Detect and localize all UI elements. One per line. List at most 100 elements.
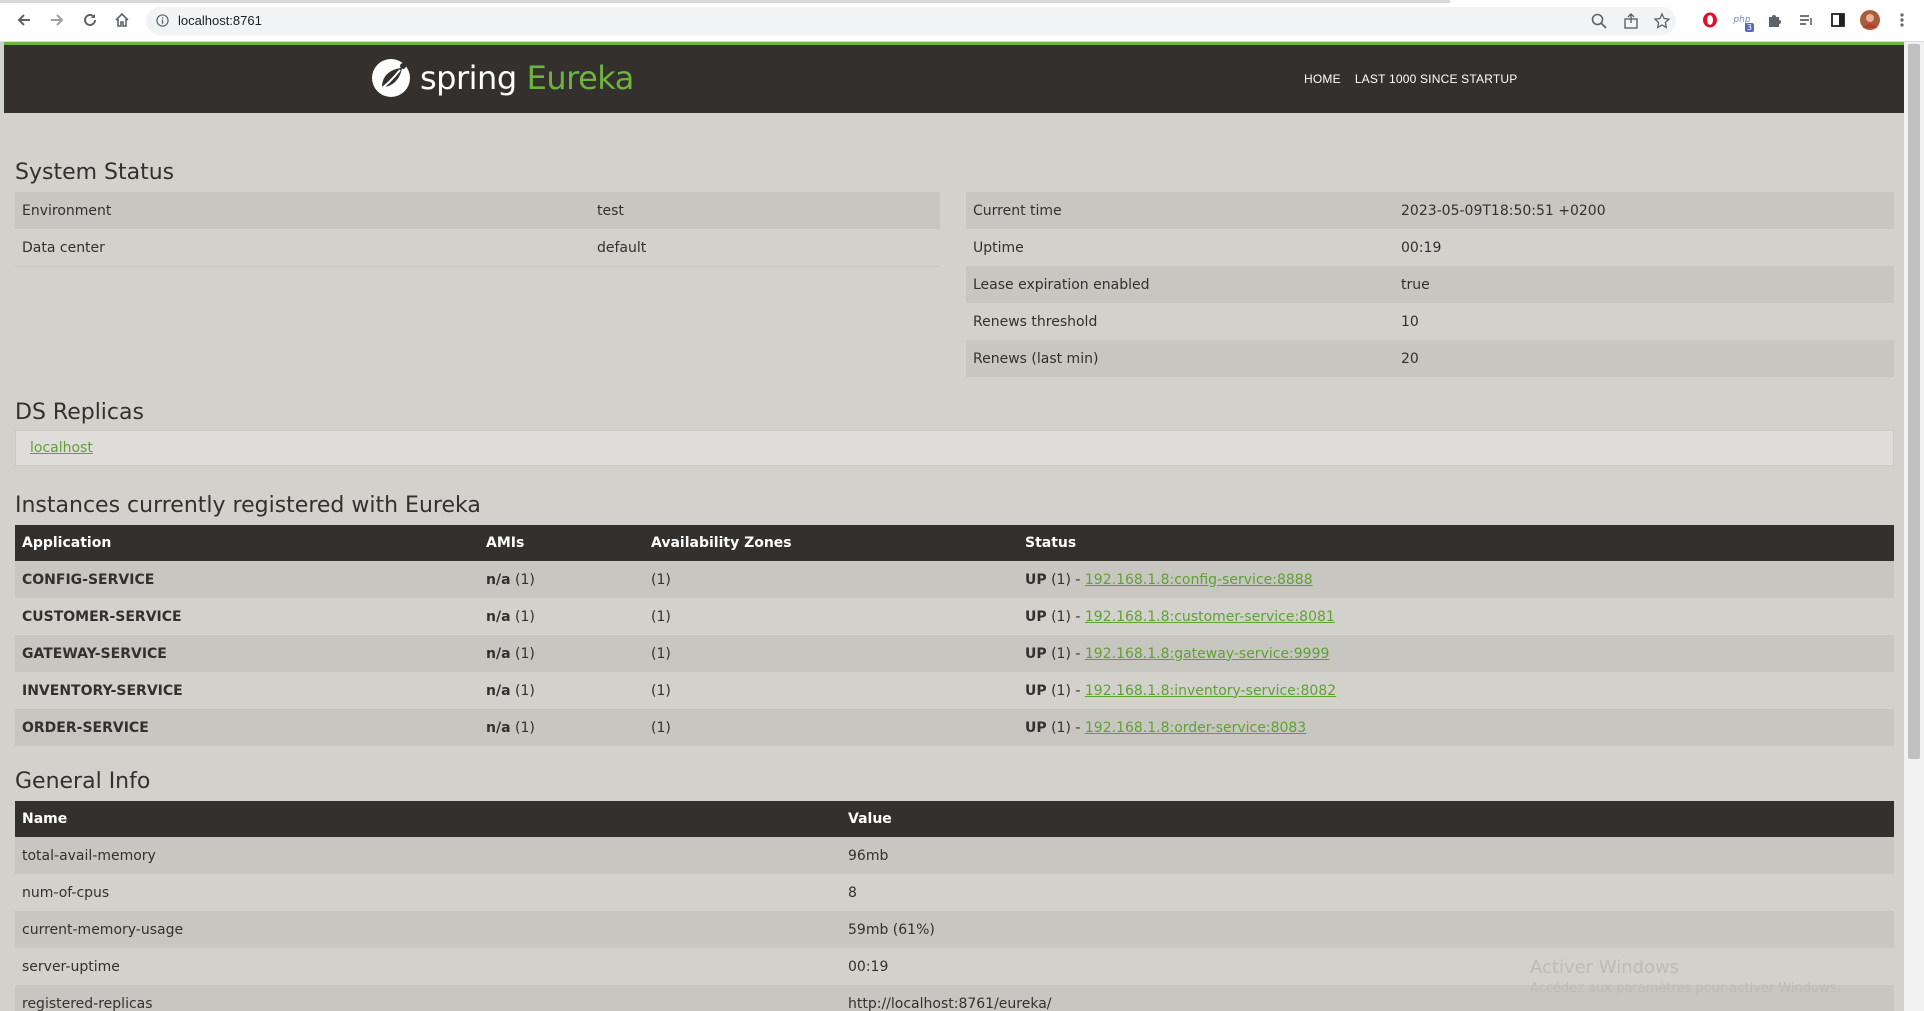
opera-icon [1703, 12, 1717, 28]
reading-list-button[interactable] [1796, 10, 1816, 30]
spring-leaf-icon [372, 59, 410, 97]
reload-button[interactable] [78, 8, 102, 32]
nav-home[interactable]: HOME [1304, 72, 1341, 86]
zoom-icon[interactable] [1590, 12, 1608, 30]
status-value: UP [1025, 645, 1047, 662]
home-icon [115, 12, 129, 27]
status-value: UP [1025, 719, 1047, 736]
page-scrollbar[interactable] [1904, 42, 1924, 1011]
ami-value: n/a [486, 645, 511, 662]
menu-button[interactable] [1892, 10, 1912, 30]
info-value: 96mb [841, 837, 1894, 874]
browser-toolbar: localhost:8761 php 3 [0, 0, 1924, 42]
amis-cell: n/a (1) [479, 598, 644, 635]
col-name: Name [15, 801, 841, 837]
windows-activation-watermark: Activer Windows Accédez aux paramètres p… [1530, 957, 1841, 996]
table-header-row: Name Value [15, 801, 1894, 837]
top-navbar: spring Eureka HOME LAST 1000 SINCE START… [4, 45, 1904, 113]
info-value: 8 [841, 874, 1894, 911]
zones-cell: (1) [644, 561, 1018, 598]
forward-button[interactable] [45, 8, 69, 32]
data-center-value: default [590, 229, 940, 266]
environment-label: Environment [15, 192, 590, 229]
status-count: (1) - [1051, 571, 1081, 588]
general-info-title: General Info [15, 769, 151, 794]
ds-replicas-title: DS Replicas [15, 400, 144, 425]
share-icon[interactable] [1622, 12, 1640, 30]
instance-link[interactable]: 192.168.1.8:gateway-service:9999 [1085, 646, 1330, 662]
home-button[interactable] [110, 8, 134, 32]
profile-button[interactable] [1860, 10, 1880, 30]
status-cell: UP (1) - 192.168.1.8:gateway-service:999… [1018, 635, 1894, 672]
table-row: Current time 2023-05-09T18:50:51 +0200 [966, 192, 1894, 229]
table-row: total-avail-memory 96mb [15, 837, 1894, 874]
instance-link[interactable]: 192.168.1.8:customer-service:8081 [1085, 609, 1335, 625]
info-name: server-uptime [15, 948, 841, 985]
status-cell: UP (1) - 192.168.1.8:inventory-service:8… [1018, 672, 1894, 709]
table-row: Lease expiration enabled true [966, 266, 1894, 303]
status-count: (1) - [1051, 682, 1081, 699]
address-bar[interactable]: localhost:8761 [146, 7, 1676, 35]
renews-last-min-value: 20 [1394, 340, 1894, 377]
table-row: num-of-cpus 8 [15, 874, 1894, 911]
table-header-row: Application AMIs Availability Zones Stat… [15, 525, 1894, 561]
col-value: Value [841, 801, 1894, 837]
url-text[interactable]: localhost:8761 [178, 13, 262, 28]
renews-threshold-value: 10 [1394, 303, 1894, 340]
table-row: current-memory-usage 59mb (61%) [15, 911, 1894, 948]
ami-count: (1) [514, 682, 535, 699]
current-time-value: 2023-05-09T18:50:51 +0200 [1394, 192, 1894, 229]
watermark-title: Activer Windows [1530, 957, 1680, 978]
current-time-label: Current time [966, 192, 1394, 229]
replica-link[interactable]: localhost [30, 440, 93, 456]
instance-link[interactable]: 192.168.1.8:order-service:8083 [1085, 720, 1306, 736]
page-content: spring Eureka HOME LAST 1000 SINCE START… [4, 42, 1904, 1011]
opera-extension[interactable] [1700, 10, 1720, 30]
info-icon[interactable] [156, 14, 169, 27]
instances-title: Instances currently registered with Eure… [15, 493, 481, 518]
status-cell: UP (1) - 192.168.1.8:order-service:8083 [1018, 709, 1894, 746]
side-panel-button[interactable] [1828, 10, 1848, 30]
side-panel-icon [1831, 13, 1845, 27]
back-button[interactable] [12, 8, 36, 32]
instance-link[interactable]: 192.168.1.8:config-service:8888 [1085, 572, 1313, 588]
star-icon[interactable] [1653, 12, 1671, 30]
watermark-subtitle: Accédez aux paramètres pour activer Wind… [1530, 981, 1841, 996]
status-cell: UP (1) - 192.168.1.8:customer-service:80… [1018, 598, 1894, 635]
arrow-left-icon [17, 14, 30, 26]
col-application: Application [15, 525, 479, 561]
main-nav: HOME LAST 1000 SINCE STARTUP [1304, 72, 1517, 86]
table-row: Uptime 00:19 [966, 229, 1894, 266]
brand-logo[interactable]: spring Eureka [370, 56, 634, 100]
extensions-button[interactable] [1764, 10, 1784, 30]
renews-last-min-label: Renews (last min) [966, 340, 1394, 377]
application-name: CONFIG-SERVICE [15, 561, 479, 598]
brand-eureka-text: Eureka [526, 59, 635, 97]
info-value: 59mb (61%) [841, 911, 1894, 948]
environment-value: test [590, 192, 940, 229]
table-row: ORDER-SERVICE n/a (1) (1) UP (1) - 192.1… [15, 709, 1894, 746]
uptime-label: Uptime [966, 229, 1394, 266]
application-name: ORDER-SERVICE [15, 709, 479, 746]
system-status-title: System Status [15, 160, 175, 185]
system-status-right-table: Current time 2023-05-09T18:50:51 +0200 U… [966, 192, 1894, 377]
ami-count: (1) [514, 719, 535, 736]
status-count: (1) - [1051, 608, 1081, 625]
ami-count: (1) [514, 608, 535, 625]
scrollbar-thumb[interactable] [1908, 44, 1920, 759]
data-center-label: Data center [15, 229, 590, 266]
zones-cell: (1) [644, 598, 1018, 635]
left-table-divider [15, 266, 940, 267]
table-row: CONFIG-SERVICE n/a (1) (1) UP (1) - 192.… [15, 561, 1894, 598]
ami-value: n/a [486, 608, 511, 625]
status-count: (1) - [1051, 719, 1081, 736]
avatar [1860, 10, 1880, 30]
instance-link[interactable]: 192.168.1.8:inventory-service:8082 [1085, 683, 1336, 699]
arrow-right-icon [51, 14, 64, 26]
kebab-menu-icon [1900, 13, 1904, 27]
php-extension[interactable]: php 3 [1732, 10, 1754, 32]
amis-cell: n/a (1) [479, 709, 644, 746]
col-availability-zones: Availability Zones [644, 525, 1018, 561]
nav-last-1000[interactable]: LAST 1000 SINCE STARTUP [1355, 72, 1518, 86]
instances-table: Application AMIs Availability Zones Stat… [15, 525, 1894, 746]
